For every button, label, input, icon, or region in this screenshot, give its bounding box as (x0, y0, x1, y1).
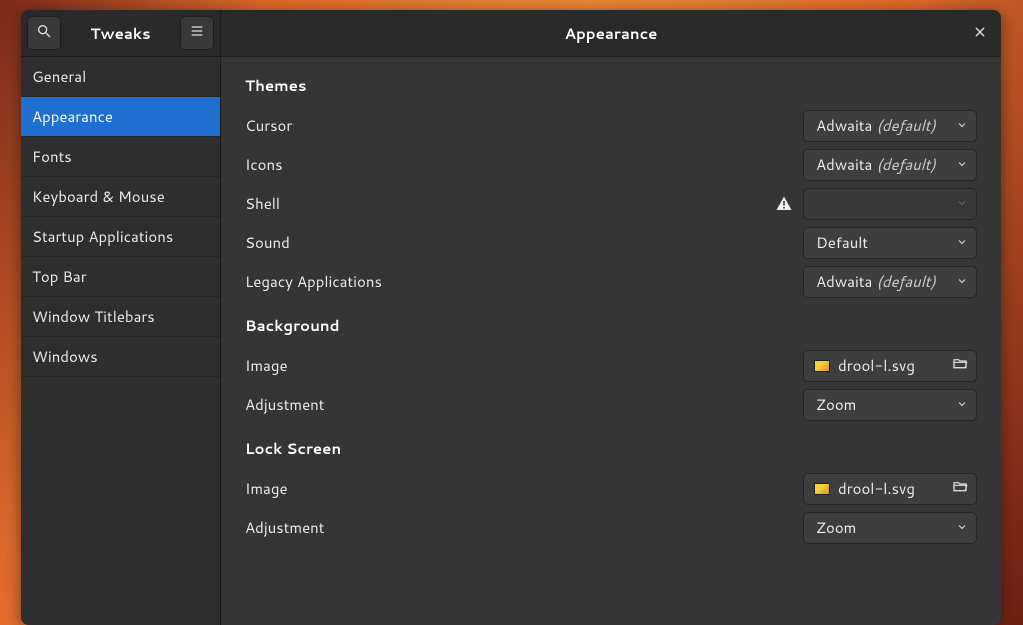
sidebar-item-label: Fonts (32, 146, 72, 167)
combo-value: Default (816, 232, 950, 253)
combo-value: Adwaita (816, 154, 872, 175)
close-icon (973, 23, 987, 44)
main-panel: Appearance Themes Cursor Adwaita (defaul… (221, 10, 1001, 625)
chevron-down-icon (956, 154, 968, 175)
warning-icon (775, 195, 793, 213)
lockscreen-image-file-button[interactable]: drool-l.svg (803, 473, 977, 505)
shell-combo (803, 188, 977, 220)
sidebar-item-label: Top Bar (32, 266, 87, 287)
row-label: Legacy Applications (245, 271, 382, 292)
combo-value: Adwaita (816, 115, 872, 136)
combo-value: Zoom (816, 394, 950, 415)
row-lockscreen-image: Image drool-l.svg (245, 469, 977, 508)
sidebar-item-top-bar[interactable]: Top Bar (21, 257, 220, 297)
row-background-adjustment: Adjustment Zoom (245, 385, 977, 424)
sidebar-item-keyboard-mouse[interactable]: Keyboard & Mouse (21, 177, 220, 217)
file-name: drool-l.svg (838, 478, 944, 499)
menu-button[interactable] (180, 16, 214, 50)
row-icons: Icons Adwaita (default) (245, 145, 977, 184)
row-label: Shell (245, 193, 280, 214)
tweaks-window: Tweaks General Appearance Fonts Keyboard… (21, 10, 1001, 625)
row-label: Adjustment (245, 517, 324, 538)
chevron-down-icon (956, 232, 968, 253)
sidebar-item-general[interactable]: General (21, 57, 220, 97)
section-title-lock-screen: Lock Screen (245, 438, 977, 459)
chevron-down-icon (956, 115, 968, 136)
row-label: Cursor (245, 115, 292, 136)
folder-open-icon (952, 355, 968, 376)
file-name: drool-l.svg (838, 355, 944, 376)
icons-combo[interactable]: Adwaita (default) (803, 149, 977, 181)
combo-suffix: (default) (876, 271, 935, 292)
sidebar-item-label: Startup Applications (32, 226, 173, 247)
search-button[interactable] (27, 16, 61, 50)
sidebar-item-label: Windows (32, 346, 98, 367)
sidebar-item-fonts[interactable]: Fonts (21, 137, 220, 177)
row-label: Image (245, 355, 288, 376)
sidebar-item-startup-applications[interactable]: Startup Applications (21, 217, 220, 257)
row-shell: Shell (245, 184, 977, 223)
section-title-themes: Themes (245, 75, 977, 96)
close-button[interactable] (969, 22, 991, 44)
row-cursor: Cursor Adwaita (default) (245, 106, 977, 145)
hamburger-icon (189, 23, 205, 44)
sidebar-item-label: General (32, 66, 86, 87)
image-thumb-icon (814, 360, 830, 372)
main-header: Appearance (221, 10, 1001, 57)
sidebar-item-label: Keyboard & Mouse (32, 186, 165, 207)
sidebar: Tweaks General Appearance Fonts Keyboard… (21, 10, 221, 625)
row-label: Sound (245, 232, 290, 253)
chevron-down-icon (956, 271, 968, 292)
image-thumb-icon (814, 483, 830, 495)
section-title-background: Background (245, 315, 977, 336)
search-icon (36, 23, 52, 44)
app-title: Tweaks (65, 23, 176, 44)
chevron-down-icon (956, 394, 968, 415)
row-lockscreen-adjustment: Adjustment Zoom (245, 508, 977, 547)
sound-combo[interactable]: Default (803, 227, 977, 259)
sidebar-item-label: Window Titlebars (32, 306, 155, 327)
page-title: Appearance (565, 23, 658, 44)
combo-value: Zoom (816, 517, 950, 538)
row-label: Adjustment (245, 394, 324, 415)
sidebar-item-appearance[interactable]: Appearance (21, 97, 220, 137)
sidebar-header: Tweaks (21, 10, 220, 57)
sidebar-item-label: Appearance (32, 106, 113, 127)
sidebar-item-windows[interactable]: Windows (21, 337, 220, 377)
row-legacy-applications: Legacy Applications Adwaita (default) (245, 262, 977, 301)
combo-suffix: (default) (876, 115, 935, 136)
background-adjustment-combo[interactable]: Zoom (803, 389, 977, 421)
cursor-combo[interactable]: Adwaita (default) (803, 110, 977, 142)
background-image-file-button[interactable]: drool-l.svg (803, 350, 977, 382)
row-label: Icons (245, 154, 283, 175)
sidebar-list: General Appearance Fonts Keyboard & Mous… (21, 57, 220, 377)
sidebar-item-window-titlebars[interactable]: Window Titlebars (21, 297, 220, 337)
folder-open-icon (952, 478, 968, 499)
combo-value: Adwaita (816, 271, 872, 292)
row-sound: Sound Default (245, 223, 977, 262)
row-label: Image (245, 478, 288, 499)
lockscreen-adjustment-combo[interactable]: Zoom (803, 512, 977, 544)
legacy-combo[interactable]: Adwaita (default) (803, 266, 977, 298)
chevron-down-icon (956, 517, 968, 538)
combo-suffix: (default) (876, 154, 935, 175)
content: Themes Cursor Adwaita (default) Icons Ad… (221, 57, 1001, 547)
row-background-image: Image drool-l.svg (245, 346, 977, 385)
chevron-down-icon (956, 193, 968, 214)
